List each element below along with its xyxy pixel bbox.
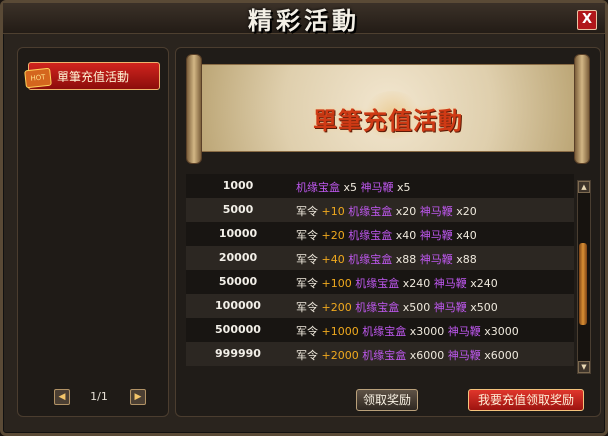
reward-table: 1000 机缘宝盒 x5 神马鞭 x5 5000 军令 +10 机缘宝盒 x20 神马… <box>186 174 574 370</box>
reward-segment: +100 <box>318 277 356 290</box>
recharge-amount: 500000 <box>215 323 261 336</box>
recharge-amount: 50000 <box>218 275 258 288</box>
event-banner: 單筆充值活動 <box>184 54 592 164</box>
prev-page-button[interactable]: ◀ <box>54 389 70 405</box>
reward-segment: 机缘宝盒 <box>362 325 407 338</box>
reward-segment: 神马鞭 <box>447 349 481 362</box>
title-bar: 精彩活動 X <box>3 3 605 35</box>
recharge-amount: 10000 <box>218 227 258 240</box>
table-scrollbar[interactable]: ▲ ▼ <box>577 180 591 374</box>
reward-segment: x40 <box>392 229 420 242</box>
recharge-amount: 5000 <box>222 203 254 216</box>
table-row: 10000 军令 +20 机缘宝盒 x40 神马鞭 x40 <box>186 222 574 246</box>
reward-segment: 机缘宝盒 <box>362 349 407 362</box>
reward-segment: +1000 <box>318 325 363 338</box>
reward-segment: +10 <box>318 205 349 218</box>
banner-title: 單筆充值活動 <box>313 107 463 135</box>
reward-segment: 机缘宝盒 <box>348 253 393 266</box>
sidebar-item-label: 單筆充值活動 <box>57 70 130 84</box>
reward-segment: 神马鞭 <box>419 253 453 266</box>
activity-window: 精彩活動 X HOT 單筆充值活動 ◀ 1/1 ▶ 單筆充值活動 1000 机缘宝… <box>0 0 608 436</box>
scroll-rod-right <box>574 54 590 164</box>
table-row: 500000 军令 +1000 机缘宝盒 x3000 神马鞭 x3000 <box>186 318 574 342</box>
reward-segment: x3000 <box>406 325 448 338</box>
table-row: 5000 军令 +10 机缘宝盒 x20 神马鞭 x20 <box>186 198 574 222</box>
reward-text: 军令 +10 机缘宝盒 x20 神马鞭 x20 <box>296 203 477 219</box>
reward-text: 军令 +1000 机缘宝盒 x3000 神马鞭 x3000 <box>296 323 519 339</box>
reward-segment: 神马鞭 <box>419 229 453 242</box>
reward-text: 机缘宝盒 x5 神马鞭 x5 <box>296 179 411 195</box>
recharge-amount: 1000 <box>222 179 254 192</box>
reward-segment: +20 <box>318 229 349 242</box>
recharge-amount: 20000 <box>218 251 258 264</box>
reward-segment: x500 <box>399 301 434 314</box>
reward-segment: 神马鞭 <box>433 301 467 314</box>
reward-text: 军令 +40 机缘宝盒 x88 神马鞭 x88 <box>296 251 477 267</box>
reward-segment: 军令 <box>296 325 318 338</box>
reward-segment: x6000 <box>406 349 448 362</box>
recharge-amount: 100000 <box>215 299 261 312</box>
reward-segment: x5 <box>340 181 361 194</box>
reward-segment: 神马鞭 <box>419 205 453 218</box>
reward-segment: 神马鞭 <box>433 277 467 290</box>
reward-segment: 神马鞭 <box>447 325 481 338</box>
reward-segment: x240 <box>466 277 498 290</box>
reward-text: 军令 +2000 机缘宝盒 x6000 神马鞭 x6000 <box>296 347 519 363</box>
reward-segment: x20 <box>452 205 477 218</box>
hot-badge-icon: HOT <box>24 67 52 89</box>
reward-segment: x88 <box>452 253 477 266</box>
close-button[interactable]: X <box>577 10 597 30</box>
reward-text: 军令 +200 机缘宝盒 x500 神马鞭 x500 <box>296 299 498 315</box>
reward-segment: 军令 <box>296 349 318 362</box>
table-row: 999990 军令 +2000 机缘宝盒 x6000 神马鞭 x6000 <box>186 342 574 366</box>
reward-text: 军令 +20 机缘宝盒 x40 神马鞭 x40 <box>296 227 477 243</box>
scroll-rod-left <box>186 54 202 164</box>
table-row: 100000 军令 +200 机缘宝盒 x500 神马鞭 x500 <box>186 294 574 318</box>
scroll-paper: 單筆充值活動 <box>202 64 574 152</box>
table-row: 20000 军令 +40 机缘宝盒 x88 神马鞭 x88 <box>186 246 574 270</box>
reward-segment: x20 <box>392 205 420 218</box>
reward-segment: x3000 <box>480 325 519 338</box>
next-page-button[interactable]: ▶ <box>130 389 146 405</box>
reward-segment: +200 <box>318 301 356 314</box>
reward-segment: +40 <box>318 253 349 266</box>
sidebar-pager: ◀ 1/1 ▶ <box>54 388 146 406</box>
reward-segment: x40 <box>452 229 477 242</box>
window-title: 精彩活動 <box>248 7 360 35</box>
reward-segment: x88 <box>392 253 420 266</box>
reward-segment: 军令 <box>296 253 318 266</box>
reward-segment: 军令 <box>296 277 318 290</box>
main-panel: 單筆充值活動 1000 机缘宝盒 x5 神马鞭 x5 5000 军令 +10 机缘宝盒… <box>175 47 601 417</box>
scroll-thumb[interactable] <box>579 243 587 325</box>
recharge-button[interactable]: 我要充值领取奖励 <box>468 389 584 411</box>
reward-segment: x6000 <box>480 349 519 362</box>
reward-segment: x240 <box>399 277 434 290</box>
reward-segment: 军令 <box>296 301 318 314</box>
recharge-amount: 999990 <box>215 347 261 360</box>
reward-segment: 神马鞭 <box>360 181 394 194</box>
reward-text: 军令 +100 机缘宝盒 x240 神马鞭 x240 <box>296 275 498 291</box>
reward-segment: 机缘宝盒 <box>296 181 340 194</box>
reward-segment: 军令 <box>296 229 318 242</box>
scroll-up-icon[interactable]: ▲ <box>578 181 590 193</box>
reward-segment: +2000 <box>318 349 363 362</box>
page-indicator: 1/1 <box>90 390 108 403</box>
claim-reward-button[interactable]: 领取奖励 <box>356 389 418 411</box>
reward-segment: x5 <box>393 181 411 194</box>
reward-segment: 机缘宝盒 <box>348 229 393 242</box>
scroll-down-icon[interactable]: ▼ <box>578 361 590 373</box>
reward-segment: 机缘宝盒 <box>348 205 393 218</box>
reward-segment: 机缘宝盒 <box>355 277 400 290</box>
reward-segment: 军令 <box>296 205 318 218</box>
table-row: 1000 机缘宝盒 x5 神马鞭 x5 <box>186 174 574 198</box>
sidebar-panel: HOT 單筆充值活動 ◀ 1/1 ▶ <box>17 47 169 417</box>
sidebar-item-single-recharge[interactable]: HOT 單筆充值活動 <box>24 62 160 90</box>
reward-segment: 机缘宝盒 <box>355 301 400 314</box>
reward-segment: x500 <box>466 301 498 314</box>
table-row: 50000 军令 +100 机缘宝盒 x240 神马鞭 x240 <box>186 270 574 294</box>
